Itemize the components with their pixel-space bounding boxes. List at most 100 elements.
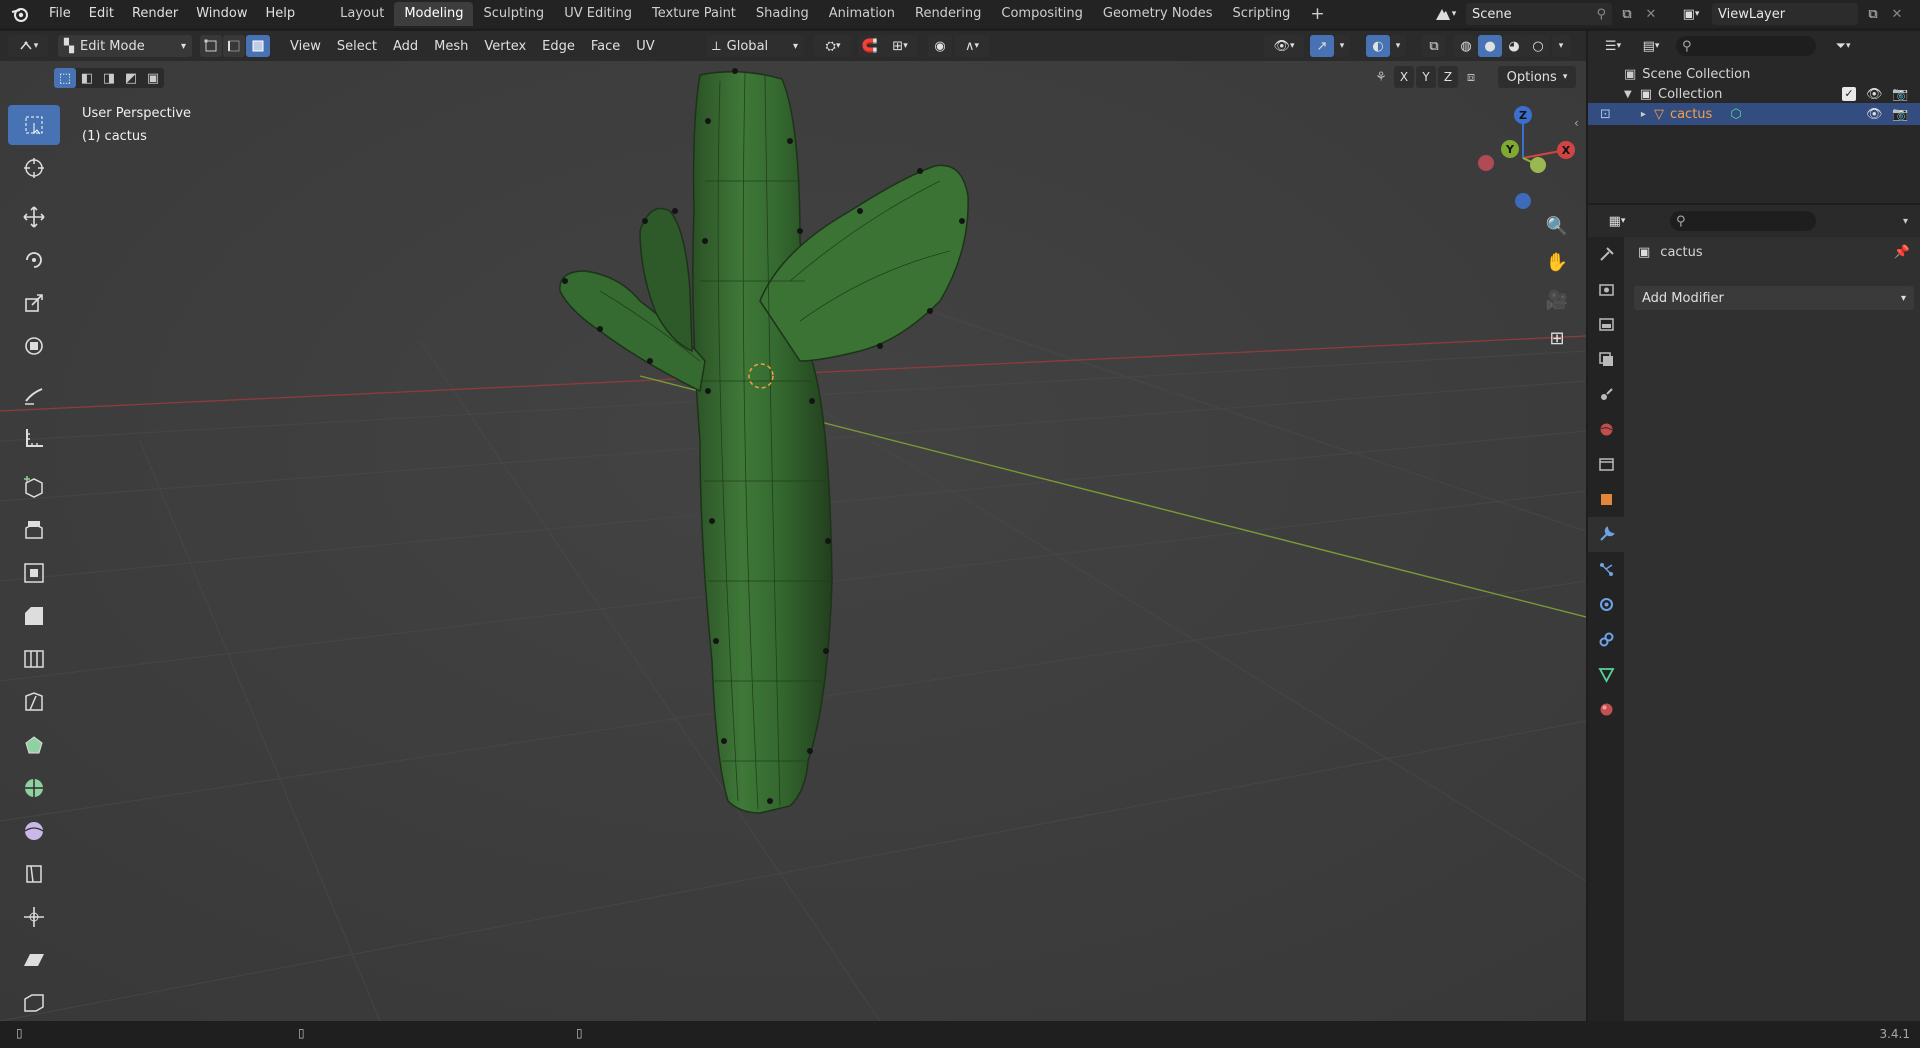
pin-icon[interactable]: ⚲ xyxy=(1596,7,1606,22)
menu-help[interactable]: Help xyxy=(257,0,305,28)
select-intersect-icon[interactable]: ◩ xyxy=(120,68,142,88)
scene-selector-icon[interactable]: ▾ xyxy=(1428,3,1462,25)
tab-geometry-nodes[interactable]: Geometry Nodes xyxy=(1093,2,1223,26)
scene-tab-icon[interactable] xyxy=(1588,377,1624,412)
transform-tool[interactable] xyxy=(8,326,60,366)
wireframe-shading-button[interactable]: ◍ xyxy=(1454,35,1478,57)
face-select-button[interactable] xyxy=(246,35,270,57)
butterfly-icon[interactable]: ⚘ xyxy=(1370,66,1392,88)
add-workspace-button[interactable]: + xyxy=(1300,2,1334,26)
world-tab-icon[interactable] xyxy=(1588,412,1624,447)
outliner-row-cactus[interactable]: ⊡ ▸ ▽ cactus ⬡ 👁 📷 xyxy=(1588,103,1920,125)
tab-sculpting[interactable]: Sculpting xyxy=(473,2,554,26)
select-extend-icon[interactable]: ◧ xyxy=(76,68,98,88)
visibility-eye-icon[interactable]: 👁 xyxy=(1866,107,1883,122)
shading-options-button[interactable]: ▾ xyxy=(1552,35,1570,57)
filter-icon[interactable]: ⏷ ▾ xyxy=(1828,35,1858,57)
menu-edge[interactable]: Edge xyxy=(534,39,583,54)
tab-layout[interactable]: Layout xyxy=(330,2,394,26)
particles-tab-icon[interactable] xyxy=(1588,552,1624,587)
tool-tab-icon[interactable] xyxy=(1588,237,1624,272)
scene-name-field[interactable]: Scene ⚲ xyxy=(1466,3,1612,25)
3d-viewport[interactable]: ⬚ ◧ ◨ ◩ ▣ ⚘ X Y Z ⧈ Options ▾ User Persp… xyxy=(0,61,1586,1021)
mesh-symmetry-icon[interactable]: ⧈ xyxy=(1460,66,1482,88)
sidebar-toggle-icon[interactable]: ‹ xyxy=(1574,116,1579,130)
mirror-y-toggle[interactable]: Y xyxy=(1416,66,1436,88)
pivot-point-button[interactable]: ⛭ ▾ xyxy=(814,35,852,57)
mesh-data-tab-icon[interactable] xyxy=(1588,657,1624,692)
navigation-gizmo[interactable]: Z X Y xyxy=(1468,103,1578,213)
outliner-editor-icon[interactable]: ☰ ▾ xyxy=(1594,35,1632,57)
gizmo-neg-z-axis[interactable] xyxy=(1515,193,1531,209)
options-dropdown[interactable]: Options ▾ xyxy=(1498,66,1576,88)
render-camera-icon[interactable]: 📷 xyxy=(1892,87,1908,102)
vertex-select-button[interactable] xyxy=(200,35,222,57)
mirror-x-toggle[interactable]: X xyxy=(1394,66,1414,88)
knife-tool[interactable] xyxy=(8,682,60,722)
new-view-layer-icon[interactable]: ⧉ xyxy=(1862,3,1884,25)
menu-uv[interactable]: UV xyxy=(628,39,662,54)
mirror-z-toggle[interactable]: Z xyxy=(1438,66,1458,88)
outliner-row-scene-collection[interactable]: ▣ Scene Collection xyxy=(1588,63,1920,85)
render-camera-icon[interactable]: 📷 xyxy=(1892,107,1908,122)
expand-arrow-icon[interactable]: ▼ xyxy=(1624,89,1632,100)
mode-dropdown[interactable]: ▚ Edit Mode ▾ xyxy=(58,35,192,57)
material-preview-button[interactable]: ◕ xyxy=(1502,35,1526,57)
zoom-icon[interactable]: 🔍 xyxy=(1540,209,1574,243)
inset-faces-tool[interactable] xyxy=(8,553,60,593)
add-modifier-dropdown[interactable]: Add Modifier ▾ xyxy=(1634,286,1914,310)
exclude-checkbox-icon[interactable]: ✓ xyxy=(1842,87,1856,101)
menu-render[interactable]: Render xyxy=(123,0,187,28)
smooth-tool[interactable] xyxy=(8,811,60,851)
menu-add[interactable]: Add xyxy=(385,39,426,54)
menu-face[interactable]: Face xyxy=(583,39,628,54)
edge-select-button[interactable] xyxy=(223,35,245,57)
tab-shading[interactable]: Shading xyxy=(746,2,819,26)
proportional-edit-button[interactable]: ◉ xyxy=(928,35,952,57)
menu-vertex[interactable]: Vertex xyxy=(476,39,534,54)
render-tab-icon[interactable] xyxy=(1588,272,1624,307)
scale-tool[interactable] xyxy=(8,283,60,323)
view-layer-field[interactable]: ViewLayer xyxy=(1712,3,1858,25)
chevron-down-icon[interactable]: ▾ xyxy=(1903,216,1908,227)
gizmo-neg-x-axis[interactable] xyxy=(1478,155,1494,171)
properties-search-input[interactable]: ⚲ xyxy=(1670,211,1816,231)
rip-region-tool[interactable] xyxy=(8,983,60,1021)
tab-scripting[interactable]: Scripting xyxy=(1223,2,1301,26)
spin-tool[interactable] xyxy=(8,768,60,808)
move-tool[interactable] xyxy=(8,197,60,237)
view-layer-icon[interactable]: ▣ ▾ xyxy=(1674,3,1708,25)
shrink-fatten-tool[interactable] xyxy=(8,897,60,937)
view-layer-tab-icon[interactable] xyxy=(1588,342,1624,377)
outliner-row-collection[interactable]: ▼ ▣ Collection ✓ 👁 📷 xyxy=(1588,83,1920,105)
overlay-toggle-button[interactable]: ◐ xyxy=(1366,35,1390,57)
annotate-tool[interactable] xyxy=(8,375,60,415)
menu-view[interactable]: View xyxy=(282,39,329,54)
snap-target-button[interactable]: ⊞ ▾ xyxy=(882,35,918,57)
shear-tool[interactable] xyxy=(8,940,60,980)
tab-uv-editing[interactable]: UV Editing xyxy=(554,2,642,26)
material-tab-icon[interactable] xyxy=(1588,692,1624,727)
tab-animation[interactable]: Animation xyxy=(819,2,905,26)
proportional-falloff-button[interactable]: ∧ ▾ xyxy=(954,35,990,57)
measure-tool[interactable] xyxy=(8,418,60,458)
gizmo-toggle-button[interactable]: ↗ xyxy=(1310,35,1334,57)
mesh-data-icon[interactable]: ⬡ xyxy=(1730,107,1741,122)
tab-compositing[interactable]: Compositing xyxy=(991,2,1093,26)
camera-view-icon[interactable]: 🎥 xyxy=(1540,283,1574,317)
editor-type-button[interactable]: ▾ xyxy=(8,35,48,57)
poly-build-tool[interactable] xyxy=(8,725,60,765)
blender-logo-icon[interactable] xyxy=(0,0,40,28)
orientation-dropdown[interactable]: ⟂ Global ▾ xyxy=(706,35,804,57)
physics-tab-icon[interactable] xyxy=(1588,587,1624,622)
cursor-tool[interactable] xyxy=(8,148,60,188)
select-subtract-icon[interactable]: ◨ xyxy=(98,68,120,88)
snap-toggle-button[interactable]: 🧲 xyxy=(858,35,882,57)
edge-slide-tool[interactable] xyxy=(8,854,60,894)
expand-arrow-icon[interactable]: ▸ xyxy=(1641,109,1646,120)
object-tab-icon[interactable] xyxy=(1588,482,1624,517)
bevel-tool[interactable] xyxy=(8,596,60,636)
select-box-tool[interactable] xyxy=(8,105,60,145)
overlay-options-button[interactable]: ▾ xyxy=(1390,35,1406,57)
new-scene-icon[interactable]: ⧉ xyxy=(1616,3,1638,25)
